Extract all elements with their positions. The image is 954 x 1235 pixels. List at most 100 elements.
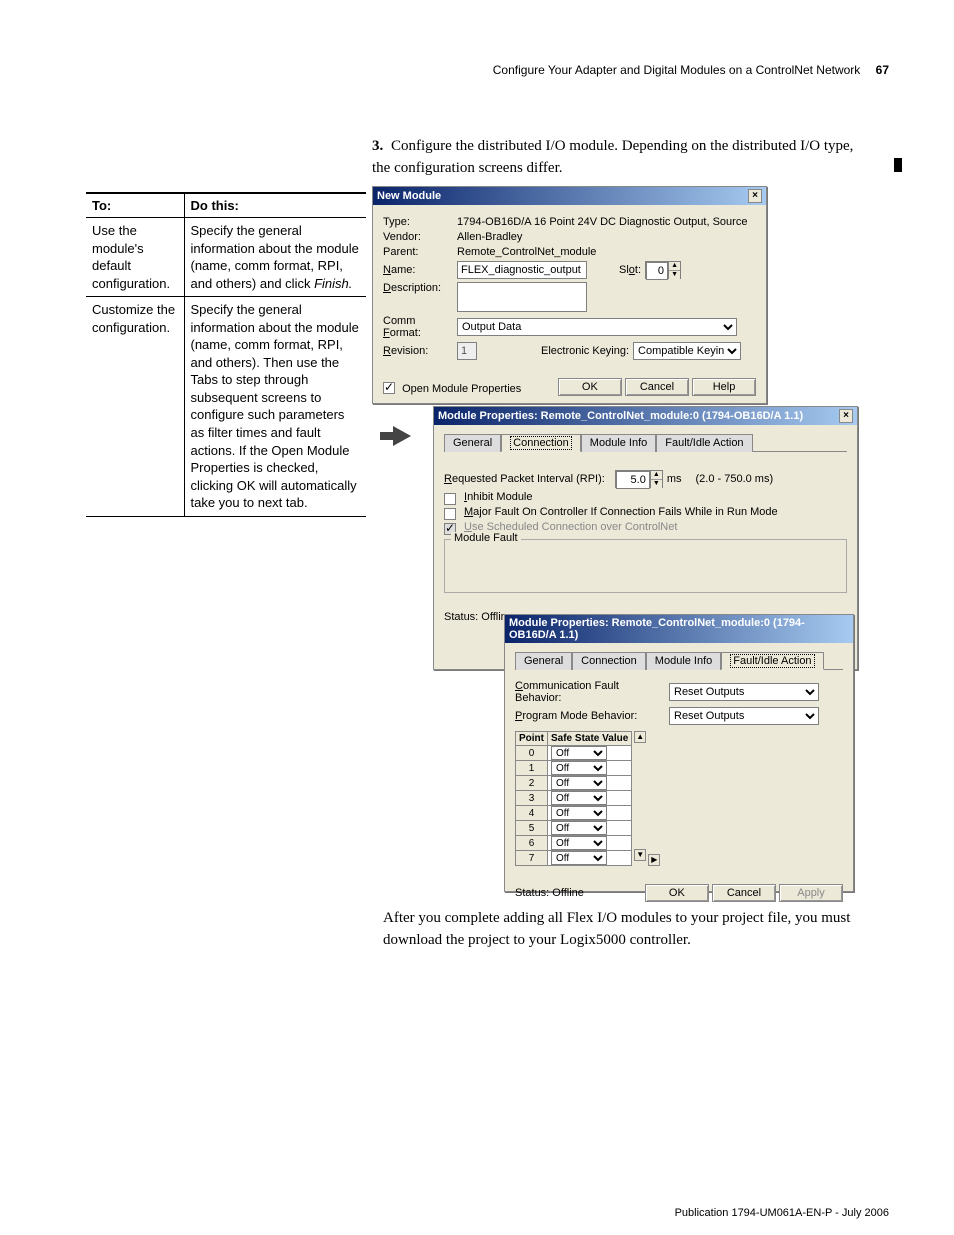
publication-footer: Publication 1794-UM061A-EN-P - July 2006	[675, 1207, 889, 1219]
chevron-up-icon[interactable]: ▲	[669, 262, 680, 271]
point-header: Point	[516, 732, 548, 746]
scroll-right-icon[interactable]: ▶	[648, 854, 660, 866]
table-row: Customize the configuration. Specify the…	[86, 297, 366, 517]
scroll-down-icon[interactable]: ▼	[634, 849, 646, 861]
status-label: Status: Offline	[444, 611, 513, 623]
table-row: 7Off	[516, 851, 632, 866]
table-row: 3Off	[516, 791, 632, 806]
rpi-range: (2.0 - 750.0 ms)	[695, 473, 773, 485]
arrow-icon	[393, 426, 411, 446]
description-label: Description:	[383, 282, 453, 294]
module-properties-faultidle-dialog: Module Properties: Remote_ControlNet_mod…	[504, 614, 854, 892]
rpi-unit: ms	[667, 473, 682, 485]
dialog-titlebar[interactable]: Module Properties: Remote_ControlNet_mod…	[434, 407, 857, 425]
revision-input	[457, 342, 477, 360]
ssv-select[interactable]: Off	[551, 806, 607, 820]
slot-label: Slot:	[619, 264, 641, 276]
dialog-titlebar[interactable]: Module Properties: Remote_ControlNet_mod…	[505, 615, 853, 643]
majorfault-checkbox[interactable]	[444, 508, 456, 520]
ssv-select[interactable]: Off	[551, 776, 607, 790]
step-number: 3.	[372, 138, 383, 154]
module-fault-legend: Module Fault	[451, 532, 521, 544]
close-icon[interactable]: ×	[748, 189, 762, 203]
status-label: Status: Offline	[515, 887, 584, 899]
cancel-button[interactable]: Cancel	[625, 378, 689, 396]
safe-state-table: PointSafe State Value 0Off 1Off 2Off 3Of…	[515, 731, 632, 866]
revision-label: Revision:	[383, 345, 453, 357]
parent-label: Parent:	[383, 246, 453, 258]
tab-connection[interactable]: Connection	[572, 652, 646, 670]
section-marker	[894, 158, 902, 172]
ekeying-select[interactable]: Compatible Keying	[633, 342, 741, 360]
vendor-label: Vendor:	[383, 231, 453, 243]
close-icon[interactable]: ×	[839, 409, 853, 423]
tab-general[interactable]: General	[444, 434, 501, 452]
ssv-select[interactable]: Off	[551, 821, 607, 835]
ssv-header: Safe State Value	[548, 732, 632, 746]
table-row: 6Off	[516, 836, 632, 851]
dialog-title: Module Properties: Remote_ControlNet_mod…	[509, 617, 849, 641]
apply-button: Apply	[779, 884, 843, 902]
page-number: 67	[876, 63, 889, 77]
cell-to: Customize the configuration.	[86, 297, 184, 517]
description-input[interactable]	[457, 282, 587, 312]
cfb-select[interactable]: Reset Outputs	[669, 683, 819, 701]
name-input[interactable]	[457, 261, 587, 279]
open-module-properties-checkbox[interactable]: Open Module Properties	[383, 380, 521, 395]
cancel-button[interactable]: Cancel	[712, 884, 776, 902]
cell-do: Specify the general information about th…	[184, 218, 366, 297]
ssv-select[interactable]: Off	[551, 746, 607, 760]
dialog-titlebar[interactable]: New Module ×	[373, 187, 766, 205]
checkbox-icon[interactable]	[383, 382, 395, 394]
header-title: Configure Your Adapter and Digital Modul…	[493, 63, 861, 77]
tab-connection[interactable]: Connection	[501, 434, 581, 452]
module-fault-group: Module Fault	[444, 539, 847, 593]
page-header: Configure Your Adapter and Digital Modul…	[493, 63, 889, 77]
table-row: 5Off	[516, 821, 632, 836]
pmb-select[interactable]: Reset Outputs	[669, 707, 819, 725]
ssv-select[interactable]: Off	[551, 761, 607, 775]
ok-button[interactable]: OK	[558, 378, 622, 396]
chevron-up-icon[interactable]: ▲	[651, 471, 662, 480]
tab-fault-idle[interactable]: Fault/Idle Action	[721, 652, 823, 670]
majorfault-label: Major Fault On Controller If Connection …	[464, 506, 778, 518]
ssv-select[interactable]: Off	[551, 791, 607, 805]
ssv-select[interactable]: Off	[551, 836, 607, 850]
ok-button[interactable]: OK	[645, 884, 709, 902]
rpi-spinner[interactable]: ▲▼	[615, 470, 663, 488]
chevron-down-icon[interactable]: ▼	[669, 271, 680, 279]
parent-value: Remote_ControlNet_module	[457, 246, 596, 258]
cell-do: Specify the general information about th…	[184, 297, 366, 517]
inhibit-label: Inhibit Module	[464, 491, 533, 503]
dialog-title: New Module	[377, 190, 441, 202]
type-value: 1794-OB16D/A 16 Point 24V DC Diagnostic …	[457, 216, 747, 228]
rpi-input[interactable]	[616, 471, 650, 489]
table-row: 1Off	[516, 761, 632, 776]
help-button[interactable]: Help	[692, 378, 756, 396]
commformat-select[interactable]: Output Data	[457, 318, 737, 336]
tab-bar: General Connection Module Info Fault/Idl…	[444, 433, 847, 452]
cfb-label: Communication Fault Behavior:	[515, 680, 665, 704]
slot-spinner[interactable]: ▲▼	[645, 261, 681, 279]
tab-module-info[interactable]: Module Info	[646, 652, 721, 670]
chevron-down-icon[interactable]: ▼	[651, 480, 662, 488]
table-row: Use the module's default configuration. …	[86, 218, 366, 297]
ssv-select[interactable]: Off	[551, 851, 607, 865]
scroll-up-icon[interactable]: ▲	[634, 731, 646, 743]
tab-general[interactable]: General	[515, 652, 572, 670]
vendor-value: Allen-Bradley	[457, 231, 522, 243]
inhibit-checkbox[interactable]	[444, 493, 456, 505]
th-do: Do this:	[184, 193, 366, 218]
table-row: 2Off	[516, 776, 632, 791]
name-label: Name:	[383, 264, 453, 276]
slot-input[interactable]	[646, 262, 668, 280]
tab-module-info[interactable]: Module Info	[581, 434, 656, 452]
tab-bar: General Connection Module Info Fault/Idl…	[515, 651, 843, 670]
tab-fault-idle[interactable]: Fault/Idle Action	[656, 434, 752, 452]
dialog-title: Module Properties: Remote_ControlNet_mod…	[438, 410, 803, 422]
cell-to: Use the module's default configuration.	[86, 218, 184, 297]
pmb-label: Program Mode Behavior:	[515, 710, 665, 722]
step-text: Configure the distributed I/O module. De…	[372, 138, 853, 176]
type-label: Type:	[383, 216, 453, 228]
instruction-table: To: Do this: Use the module's default co…	[86, 192, 366, 517]
